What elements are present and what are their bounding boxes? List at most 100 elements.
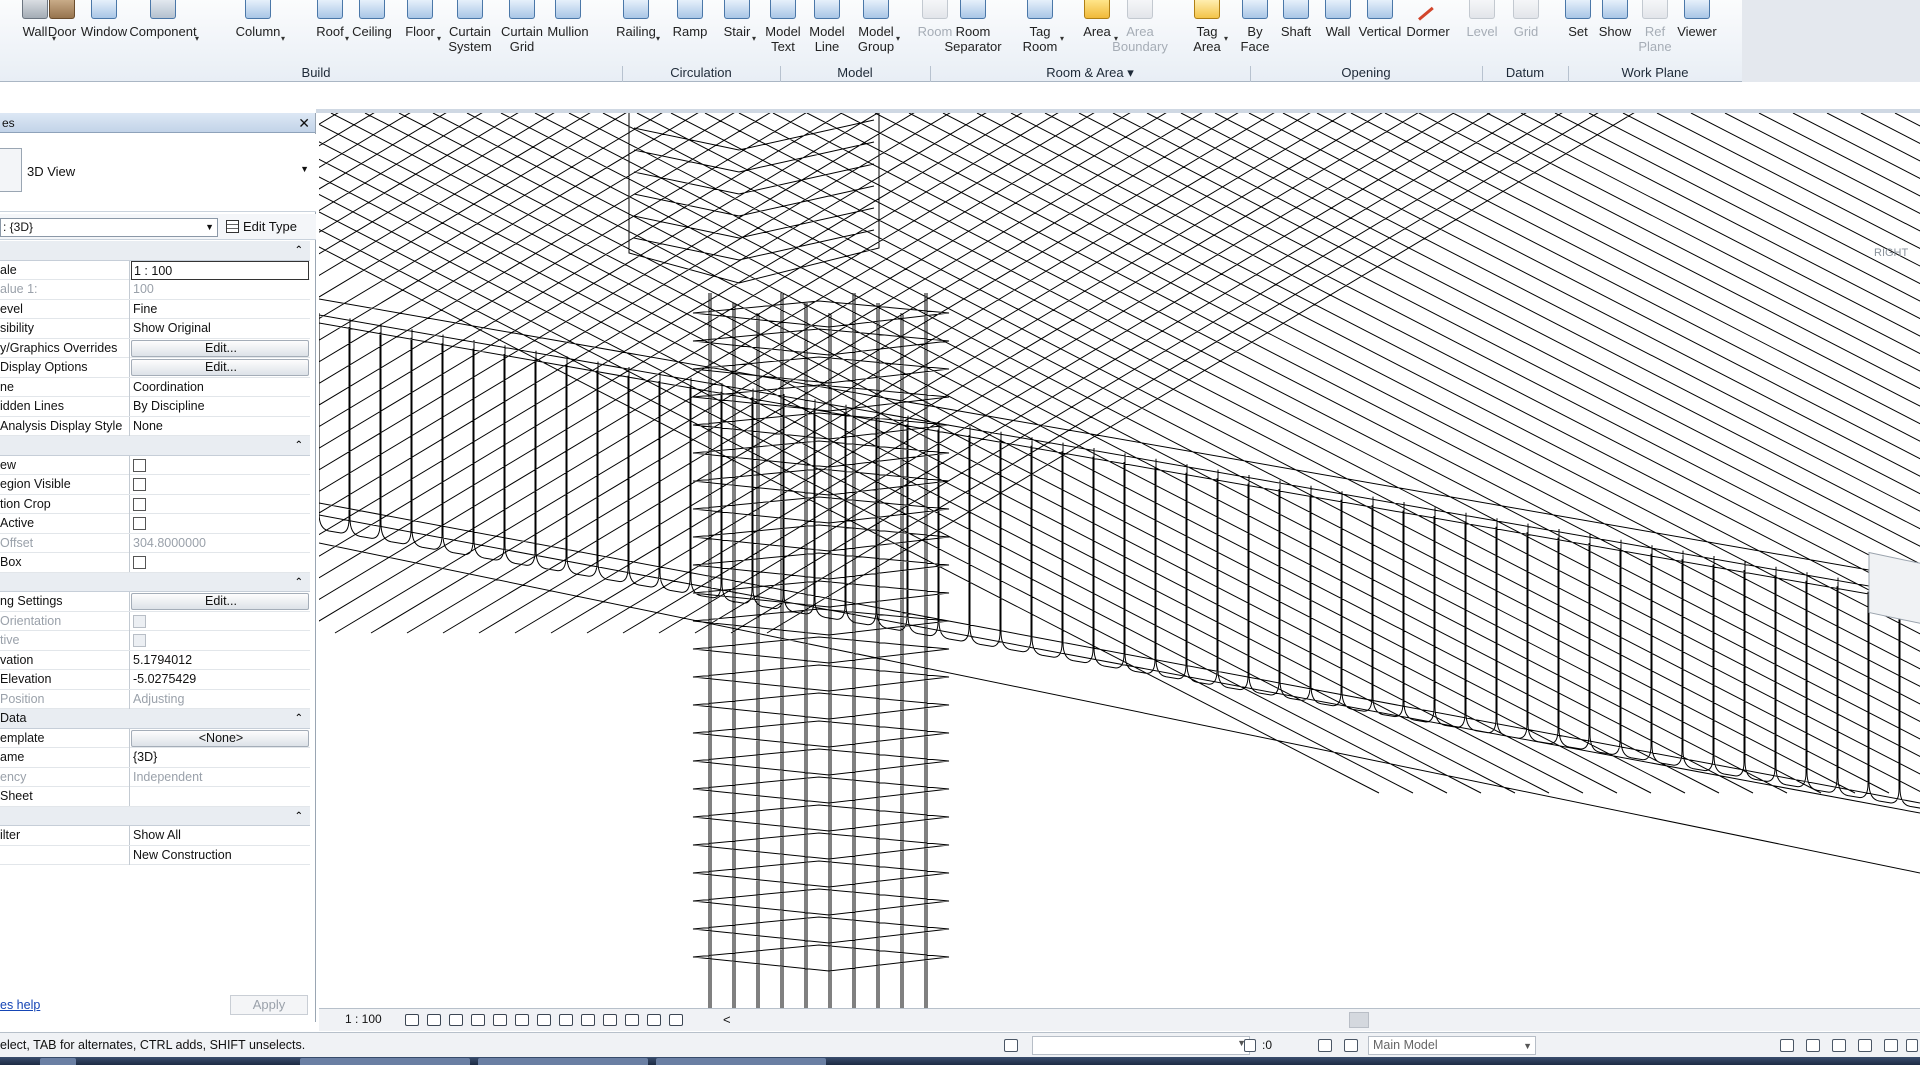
property-group-header[interactable]: ⌃ (0, 436, 310, 456)
stair-button[interactable]: Stair ▾ (719, 0, 756, 60)
ribbon-panel-label[interactable]: Build (10, 64, 622, 82)
instance-filter-dropdown[interactable]: : {3D} ▼ (0, 218, 218, 237)
view-scale[interactable]: 1 : 100 (345, 1012, 382, 1026)
sun-path-icon[interactable] (449, 1014, 463, 1026)
dropdown-arrow-icon[interactable]: ▾ (1224, 31, 1228, 46)
ribbon-panel-label[interactable]: Opening (1250, 64, 1482, 82)
component-button[interactable]: Component ▾ (128, 0, 199, 60)
shaft-button[interactable]: Shaft (1276, 0, 1316, 60)
dropdown-arrow-icon[interactable]: ▾ (281, 31, 285, 46)
taskbar-button[interactable] (478, 1058, 648, 1065)
collapse-group-icon[interactable]: ⌃ (295, 573, 303, 592)
roof-button[interactable]: Roof ▾ (312, 0, 349, 60)
show-crop-region-icon[interactable] (537, 1014, 551, 1026)
property-group-header[interactable]: ⌃ (0, 241, 310, 261)
select-by-face-icon[interactable] (1858, 1039, 1872, 1052)
property-group-header[interactable]: ⌃ (0, 572, 310, 592)
property-edit-button[interactable]: <None> (131, 729, 309, 747)
railing-button[interactable]: Railing ▾ (613, 0, 660, 60)
drag-on-selection-icon[interactable] (1884, 1039, 1898, 1052)
detail-level-icon[interactable] (405, 1014, 419, 1026)
show-button[interactable]: Show (1594, 0, 1636, 60)
room-separator-button[interactable]: Room Separator (942, 0, 1004, 60)
design-option-dropdown[interactable]: Main Model ▼ (1368, 1036, 1536, 1055)
worksets-icon[interactable] (1004, 1039, 1018, 1052)
ribbon-panel-label[interactable]: Circulation (622, 64, 780, 82)
analytical-model-icon[interactable] (647, 1014, 661, 1026)
property-value[interactable] (131, 787, 309, 806)
viewcube-face[interactable] (1868, 551, 1920, 626)
property-value[interactable]: By Discipline (131, 397, 309, 416)
dropdown-arrow-icon[interactable]: ▾ (345, 31, 349, 46)
shadows-icon[interactable] (471, 1014, 485, 1026)
collapse-chevron-icon[interactable]: < (723, 1012, 731, 1027)
property-edit-button[interactable]: Edit... (131, 593, 309, 610)
highlight-displacement-icon[interactable] (669, 1014, 683, 1026)
collapse-group-icon[interactable]: ⌃ (295, 241, 303, 260)
curtain-grid-button[interactable]: Curtain Grid (501, 0, 543, 60)
temporary-hide-icon[interactable] (581, 1014, 595, 1026)
grid-button[interactable]: Grid (1508, 0, 1544, 60)
reveal-hidden-icon[interactable] (603, 1014, 617, 1026)
property-edit-button[interactable]: Edit... (131, 339, 309, 357)
property-checkbox[interactable] (133, 478, 146, 491)
property-checkbox[interactable] (133, 517, 146, 530)
level-button[interactable]: Level (1462, 0, 1502, 60)
property-edit-button[interactable]: Edit... (131, 359, 309, 376)
ceiling-button[interactable]: Ceiling (350, 0, 394, 60)
dropdown-arrow-icon[interactable]: ▾ (752, 31, 756, 46)
collapse-group-icon[interactable]: ⌃ (295, 436, 303, 455)
ref-plane-button[interactable]: Ref Plane (1634, 0, 1676, 60)
model-group-button[interactable]: Model Group ▾ (853, 0, 900, 60)
property-value[interactable]: Show Original (131, 319, 309, 338)
dropdown-arrow-icon[interactable]: ▾ (195, 31, 199, 46)
property-value[interactable]: None (131, 417, 309, 436)
ribbon-panel-label[interactable]: Room & Area ▾ (930, 64, 1250, 82)
ribbon-panel-label[interactable]: Datum (1482, 64, 1568, 82)
mullion-button[interactable]: Mullion (543, 0, 593, 60)
set-button[interactable]: Set (1560, 0, 1596, 60)
wall-opening-button[interactable]: Wall (1318, 0, 1358, 60)
unlocked-3d-view-icon[interactable] (559, 1014, 573, 1026)
type-selector[interactable]: 3D View ▼ (0, 134, 316, 212)
ribbon-panel-label[interactable]: Work Plane (1568, 64, 1742, 82)
area-boundary-button[interactable]: Area Boundary (1109, 0, 1171, 60)
taskbar-button[interactable] (656, 1058, 826, 1065)
design-options-icon[interactable] (1318, 1039, 1332, 1052)
property-value[interactable]: {3D} (131, 748, 309, 767)
collapse-group-icon[interactable]: ⌃ (295, 709, 303, 728)
select-underlay-icon[interactable] (1806, 1039, 1820, 1052)
dropdown-arrow-icon[interactable]: ▾ (896, 31, 900, 46)
visual-style-icon[interactable] (427, 1014, 441, 1026)
active-workset-dropdown[interactable]: ▼ (1032, 1036, 1250, 1055)
column-button[interactable]: Column ▾ (232, 0, 285, 60)
property-group-header[interactable]: Data ⌃ (0, 709, 310, 729)
filter-icon[interactable] (1906, 1039, 1918, 1052)
close-icon[interactable]: ✕ (298, 113, 310, 133)
select-links-icon[interactable] (1780, 1039, 1794, 1052)
property-checkbox[interactable] (133, 556, 146, 569)
apply-button[interactable]: Apply (230, 995, 308, 1015)
render-icon[interactable] (493, 1014, 507, 1026)
worksharing-display-icon[interactable] (625, 1014, 639, 1026)
ribbon-panel-label[interactable]: Model (780, 64, 930, 82)
design-option-set-icon[interactable] (1344, 1039, 1358, 1052)
vertical-opening-button[interactable]: Vertical (1355, 0, 1405, 60)
property-value[interactable]: New Construction (131, 846, 309, 865)
editing-requests-icon[interactable] (1244, 1039, 1256, 1052)
door-button[interactable]: Door (44, 0, 80, 60)
by-face-button[interactable]: By Face (1237, 0, 1273, 60)
select-pinned-icon[interactable] (1832, 1039, 1846, 1052)
horizontal-scrollbar[interactable] (1349, 1012, 1369, 1028)
property-value[interactable]: 5.1794012 (131, 651, 309, 670)
dropdown-arrow-icon[interactable]: ▾ (1060, 31, 1064, 46)
dropdown-arrow-icon[interactable]: ▾ (656, 31, 660, 46)
model-line-button[interactable]: Model Line (806, 0, 848, 60)
property-value[interactable]: -5.0275429 (131, 670, 309, 689)
floor-button[interactable]: Floor ▾ (400, 0, 441, 60)
dropdown-arrow-icon[interactable]: ▾ (437, 31, 441, 46)
model-text-button[interactable]: Model Text (761, 0, 805, 60)
viewer-button[interactable]: Viewer (1673, 0, 1721, 60)
taskbar-button[interactable] (300, 1058, 470, 1065)
curtain-system-button[interactable]: Curtain System (445, 0, 495, 60)
